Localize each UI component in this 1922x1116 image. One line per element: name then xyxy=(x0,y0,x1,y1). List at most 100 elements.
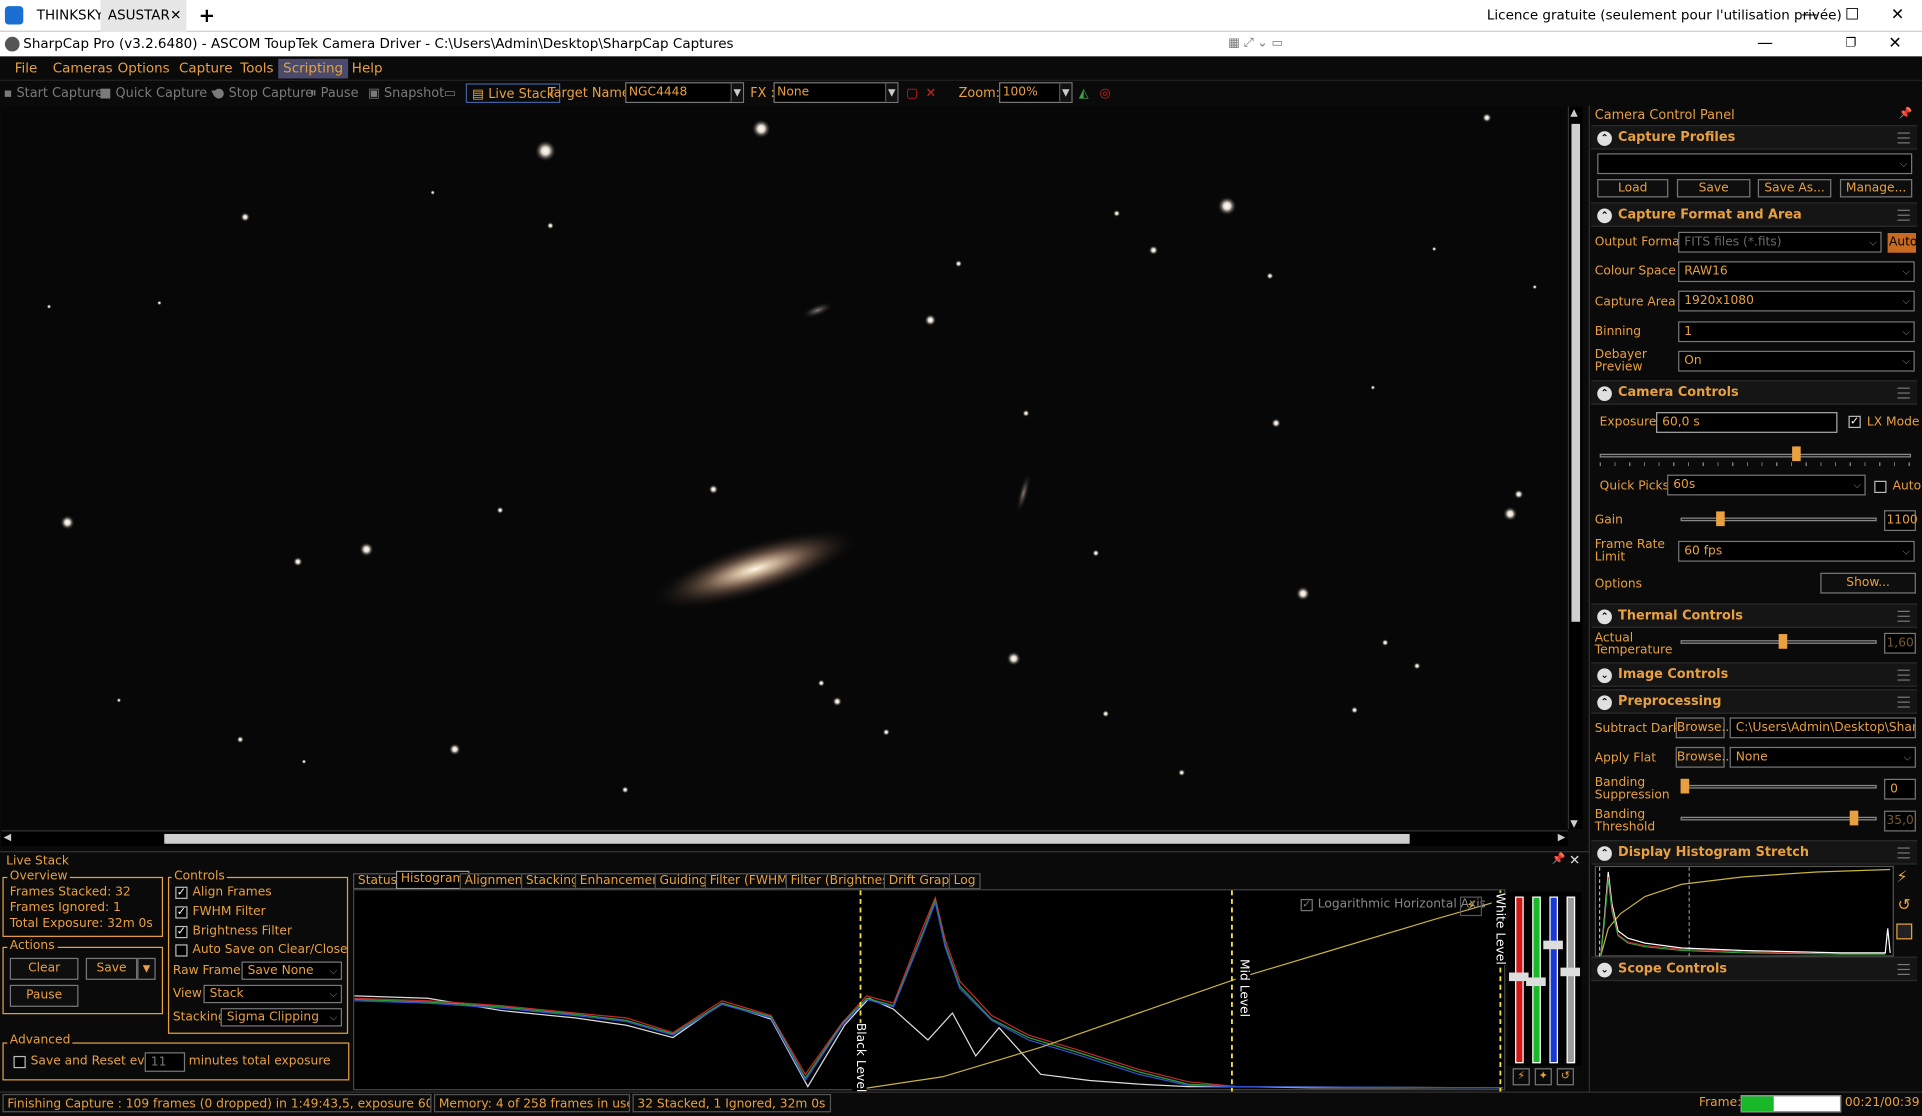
menu-help[interactable]: Help xyxy=(347,59,388,79)
exposure-slider-thumb[interactable] xyxy=(1792,446,1801,462)
view-combo[interactable]: Stack ⌵ xyxy=(203,984,342,1004)
capture-area-combo[interactable]: 1920x1080 ⌵ xyxy=(1678,290,1915,312)
save-button[interactable]: Save xyxy=(85,957,138,980)
luminance-level-thumb[interactable] xyxy=(1560,967,1581,977)
reset-stretch-icon[interactable]: ↺ xyxy=(1898,896,1916,914)
gain-input[interactable]: 1100 xyxy=(1884,510,1918,532)
flat-file-combo[interactable]: None ⌵ xyxy=(1729,746,1916,768)
section-scope-controls[interactable]: ⌄ Scope Controls xyxy=(1591,956,1918,982)
colour-space-combo[interactable]: RAW16 ⌵ xyxy=(1678,261,1915,283)
scroll-right-icon[interactable]: ▶ xyxy=(1558,831,1566,842)
crosshair-icon[interactable]: ✕ xyxy=(925,83,936,103)
remote-tab-asustar[interactable]: ASUSTAR ✕ xyxy=(100,0,187,32)
monitor-icon[interactable]: ▭ xyxy=(444,83,456,103)
section-image-controls[interactable]: ⌄ Image Controls xyxy=(1591,662,1918,687)
collapse-icon[interactable]: ⌃ xyxy=(1597,386,1612,402)
maximize-button[interactable]: ☐ xyxy=(1828,0,1877,32)
scroll-down-icon[interactable]: ▼ xyxy=(1570,818,1578,829)
auto-level-icon[interactable]: ⚡ xyxy=(1459,896,1482,917)
close-icon[interactable]: ✕ xyxy=(1569,852,1580,868)
banding-suppression-thumb[interactable] xyxy=(1680,778,1690,794)
section-capture-format[interactable]: ⌃ Capture Format and Area xyxy=(1591,202,1918,227)
target-name-combo[interactable]: NGC4448 ▼ xyxy=(625,82,745,104)
auto-level-icon[interactable]: ⚡ xyxy=(1512,1068,1530,1086)
exposure-input[interactable]: 60,0 s xyxy=(1656,412,1838,433)
tab-log[interactable]: Log xyxy=(948,873,981,890)
histogram-stretch-graph[interactable] xyxy=(1594,865,1894,958)
auto-format-button[interactable]: Auto xyxy=(1887,233,1917,253)
histogram-icon[interactable]: ◭ xyxy=(1079,83,1089,103)
browse-flat-button[interactable]: Browse... xyxy=(1675,746,1733,768)
pin-icon[interactable]: 📌 xyxy=(1552,854,1566,866)
expand-icon[interactable]: ⌄ xyxy=(1597,668,1612,684)
banding-threshold-input[interactable]: 35,0 xyxy=(1884,810,1916,832)
remote-toolbar-icons[interactable]: ▦ ⤢ ⌄ ▭ xyxy=(1228,32,1283,57)
save-stretch-icon[interactable] xyxy=(1896,923,1913,940)
gain-slider-thumb[interactable] xyxy=(1716,511,1725,527)
menu-icon[interactable] xyxy=(1897,209,1910,221)
menu-icon[interactable] xyxy=(1897,847,1910,859)
menu-tools[interactable]: Tools xyxy=(235,59,278,79)
chevron-down-icon[interactable]: ▼ xyxy=(885,83,898,102)
app-minimize-button[interactable]: — xyxy=(1741,32,1790,57)
save-options-button[interactable]: ▼ xyxy=(137,957,156,980)
banding-threshold-thumb[interactable] xyxy=(1849,810,1859,826)
auto-save-checkbox[interactable] xyxy=(175,944,188,957)
banding-threshold-track[interactable] xyxy=(1680,816,1877,821)
menu-icon[interactable] xyxy=(1897,669,1910,681)
stop-capture-button[interactable]: ● Stop Capture xyxy=(213,83,313,103)
zoom-combo[interactable]: 100% ▼ xyxy=(999,82,1073,104)
tab-guiding[interactable]: Guiding xyxy=(654,873,712,890)
rgb-level-sliders[interactable] xyxy=(1507,891,1582,1066)
show-options-button[interactable]: Show... xyxy=(1820,572,1916,594)
collapse-icon[interactable]: ⌃ xyxy=(1597,609,1612,625)
scroll-left-icon[interactable]: ◀ xyxy=(4,831,12,842)
menu-icon[interactable] xyxy=(1897,696,1910,708)
collapse-icon[interactable]: ⌃ xyxy=(1597,131,1612,146)
section-capture-profiles[interactable]: ⌃ Capture Profiles xyxy=(1591,125,1918,150)
debayer-preview-combo[interactable]: On ⌵ xyxy=(1678,350,1915,372)
section-camera-controls[interactable]: ⌃ Camera Controls xyxy=(1591,380,1918,405)
roi-icon[interactable]: ▢ xyxy=(906,83,918,103)
app-close-button[interactable]: ✕ xyxy=(1871,32,1920,57)
menu-icon[interactable] xyxy=(1897,387,1910,399)
load-profile-button[interactable]: Load xyxy=(1597,179,1669,198)
menu-capture[interactable]: Capture xyxy=(174,59,237,79)
lx-mode-checkbox[interactable]: ✓ xyxy=(1848,415,1861,429)
raw-frames-combo[interactable]: Save None ⌵ xyxy=(241,961,342,980)
reset-levels-icon[interactable]: ↺ xyxy=(1556,1068,1574,1086)
banding-suppression-track[interactable] xyxy=(1680,784,1877,789)
section-thermal-controls[interactable]: ⌃ Thermal Controls xyxy=(1591,603,1918,628)
banding-suppression-input[interactable]: 0 xyxy=(1884,778,1916,800)
menu-icon[interactable] xyxy=(1897,963,1910,975)
live-stack-histogram[interactable]: ✓ Logarithmic Horizontal Axis ⚡ Black Le… xyxy=(353,889,1507,1093)
chevron-down-icon[interactable]: ▼ xyxy=(730,83,743,102)
star-icon[interactable]: ✦ xyxy=(1534,1068,1552,1086)
quick-picks-combo[interactable]: 60s ⌵ xyxy=(1667,474,1866,496)
tab-filter-fwhm[interactable]: Filter (FWHM) xyxy=(704,873,798,890)
blue-level-slider[interactable] xyxy=(1549,896,1558,1064)
auto-exposure-checkbox[interactable] xyxy=(1874,480,1887,494)
start-capture-button[interactable]: ▪ Start Capture xyxy=(4,83,104,103)
fwhm-filter-checkbox[interactable]: ✓ xyxy=(175,906,188,919)
align-frames-checkbox[interactable]: ✓ xyxy=(175,886,188,899)
output-format-combo[interactable]: FITS files (*.fits) ⌵ xyxy=(1678,231,1882,253)
remote-tab-thinksky[interactable]: THINKSKY xyxy=(29,0,110,32)
auto-stretch-icon[interactable]: ⚡ xyxy=(1896,868,1914,886)
gain-slider-track[interactable] xyxy=(1680,517,1877,522)
green-level-thumb[interactable] xyxy=(1526,977,1546,987)
stacking-combo[interactable]: Sigma Clipping ⌵ xyxy=(220,1008,342,1027)
frame-rate-combo[interactable]: 60 fps ⌵ xyxy=(1678,540,1915,562)
close-button[interactable]: ✕ xyxy=(1873,0,1922,32)
menu-scripting[interactable]: Scripting xyxy=(278,58,349,79)
exposure-slider-track[interactable] xyxy=(1599,453,1912,458)
scroll-thumb[interactable] xyxy=(164,833,1410,844)
collapse-icon[interactable]: ⌃ xyxy=(1597,846,1612,861)
menu-icon[interactable] xyxy=(1897,610,1910,622)
dark-file-combo[interactable]: C:\Users\Admin\Desktop\Sharp... xyxy=(1729,717,1916,739)
fx-combo[interactable]: None ▼ xyxy=(773,82,899,104)
pin-icon[interactable]: 📌 xyxy=(1898,108,1912,120)
save-as-profile-button[interactable]: Save As... xyxy=(1757,179,1832,198)
save-profile-button[interactable]: Save xyxy=(1676,179,1751,198)
collapse-icon[interactable]: ⌃ xyxy=(1597,208,1612,224)
